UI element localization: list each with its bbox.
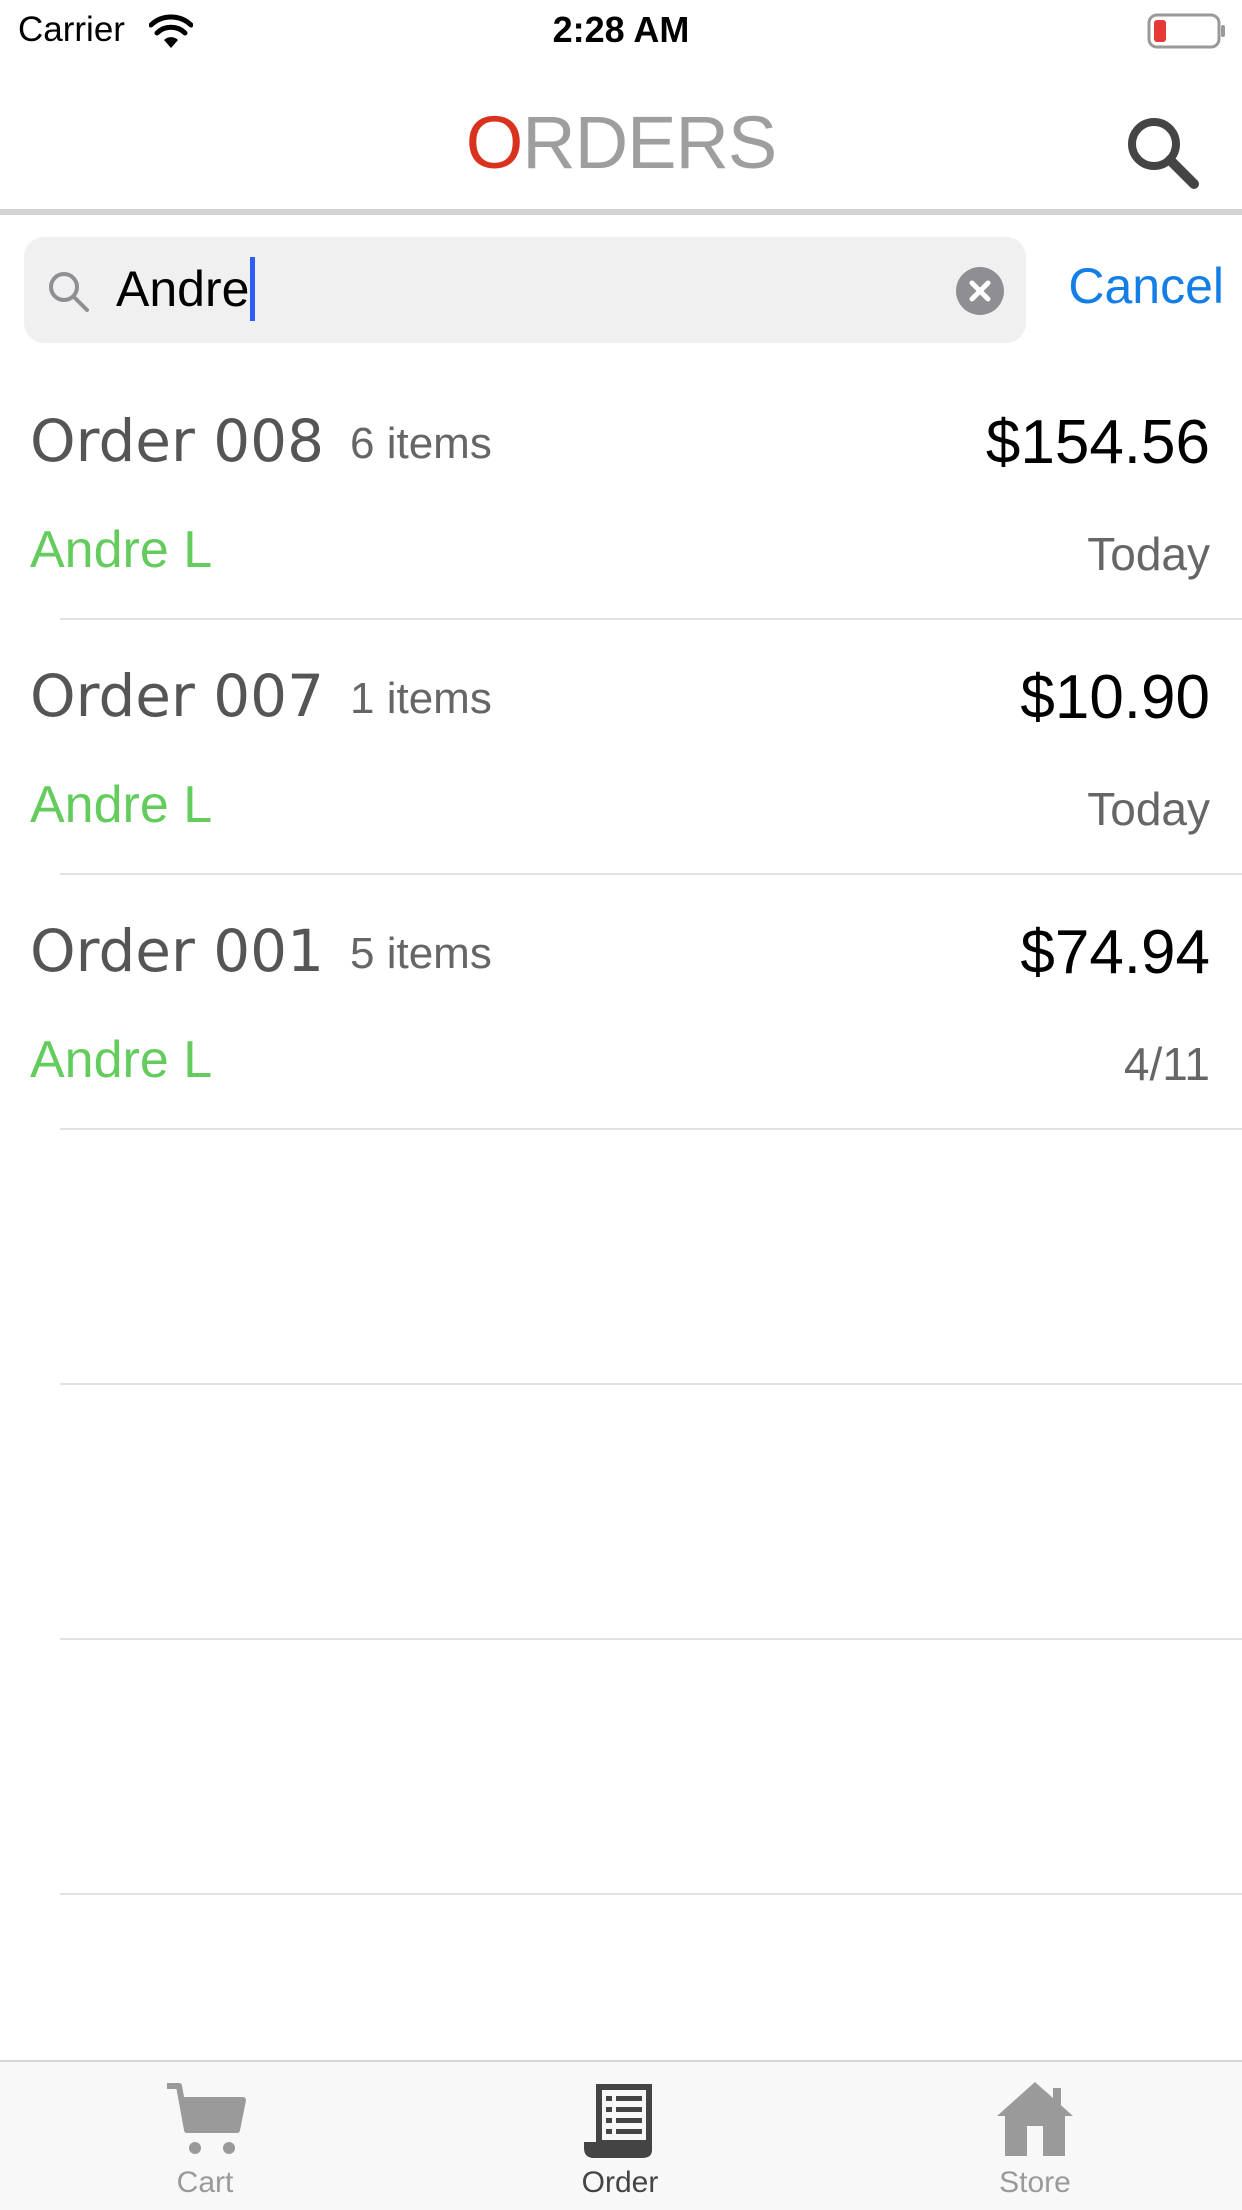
order-customer: Andre L bbox=[30, 1031, 213, 1089]
orders-list: Order 008 6 items $154.56 Andre L Today … bbox=[0, 365, 1242, 1895]
search-input[interactable]: Andre bbox=[24, 237, 1026, 343]
tab-label: Store bbox=[999, 2166, 1071, 2199]
order-customer: Andre L bbox=[30, 776, 213, 834]
order-title: Order 008 bbox=[30, 407, 324, 475]
order-item-count: 6 items bbox=[350, 419, 492, 468]
order-customer: Andre L bbox=[30, 521, 213, 579]
status-bar: Carrier 2:28 AM bbox=[0, 0, 1242, 62]
cart-icon bbox=[167, 2083, 246, 2154]
order-row[interactable]: Order 001 5 items $74.94 Andre L 4/11 bbox=[0, 875, 1242, 1130]
order-row[interactable]: Order 007 1 items $10.90 Andre L Today bbox=[0, 620, 1242, 875]
search-icon[interactable] bbox=[1122, 112, 1202, 192]
order-row[interactable]: Order 008 6 items $154.56 Andre L Today bbox=[0, 365, 1242, 620]
order-title: Order 007 bbox=[30, 662, 324, 730]
tab-label: Order bbox=[581, 2166, 659, 2199]
order-title: Order 001 bbox=[30, 917, 324, 985]
magnifier-icon bbox=[49, 272, 89, 312]
empty-row bbox=[0, 1385, 1242, 1640]
order-total: $10.90 bbox=[1020, 663, 1210, 732]
tab-bar: Cart Order Store bbox=[0, 2060, 1242, 2210]
text-caret bbox=[250, 257, 256, 321]
battery-icon bbox=[1147, 13, 1225, 49]
receipt-icon bbox=[584, 2084, 652, 2158]
order-date: Today bbox=[1087, 528, 1210, 580]
navigation-bar: ORDERS bbox=[0, 62, 1242, 210]
tab-order[interactable]: Order bbox=[520, 2062, 720, 2210]
order-item-count: 1 items bbox=[350, 674, 492, 723]
search-input-value[interactable]: Andre bbox=[116, 257, 256, 321]
tab-cart[interactable]: Cart bbox=[105, 2062, 305, 2210]
status-time: 2:28 AM bbox=[552, 9, 690, 50]
clear-search-icon[interactable] bbox=[956, 267, 1004, 315]
search-bar: Andre Cancel bbox=[0, 215, 1242, 365]
search-query-text: Andre bbox=[116, 261, 250, 317]
cancel-button[interactable]: Cancel bbox=[1040, 257, 1224, 315]
tab-store[interactable]: Store bbox=[935, 2062, 1135, 2210]
empty-row bbox=[0, 1640, 1242, 1895]
row-divider bbox=[60, 1893, 1242, 1895]
order-date: 4/11 bbox=[1123, 1038, 1210, 1090]
empty-row bbox=[0, 1130, 1242, 1385]
order-item-count: 5 items bbox=[350, 929, 492, 978]
order-total: $74.94 bbox=[1020, 918, 1210, 987]
page-title: ORDERS bbox=[0, 106, 1242, 180]
order-date: Today bbox=[1087, 783, 1210, 835]
order-total: $154.56 bbox=[985, 408, 1210, 477]
store-icon bbox=[997, 2082, 1073, 2156]
page-title-rest: RDERS bbox=[522, 101, 777, 184]
page-title-accent-letter: O bbox=[465, 101, 524, 184]
tab-label: Cart bbox=[176, 2166, 234, 2199]
